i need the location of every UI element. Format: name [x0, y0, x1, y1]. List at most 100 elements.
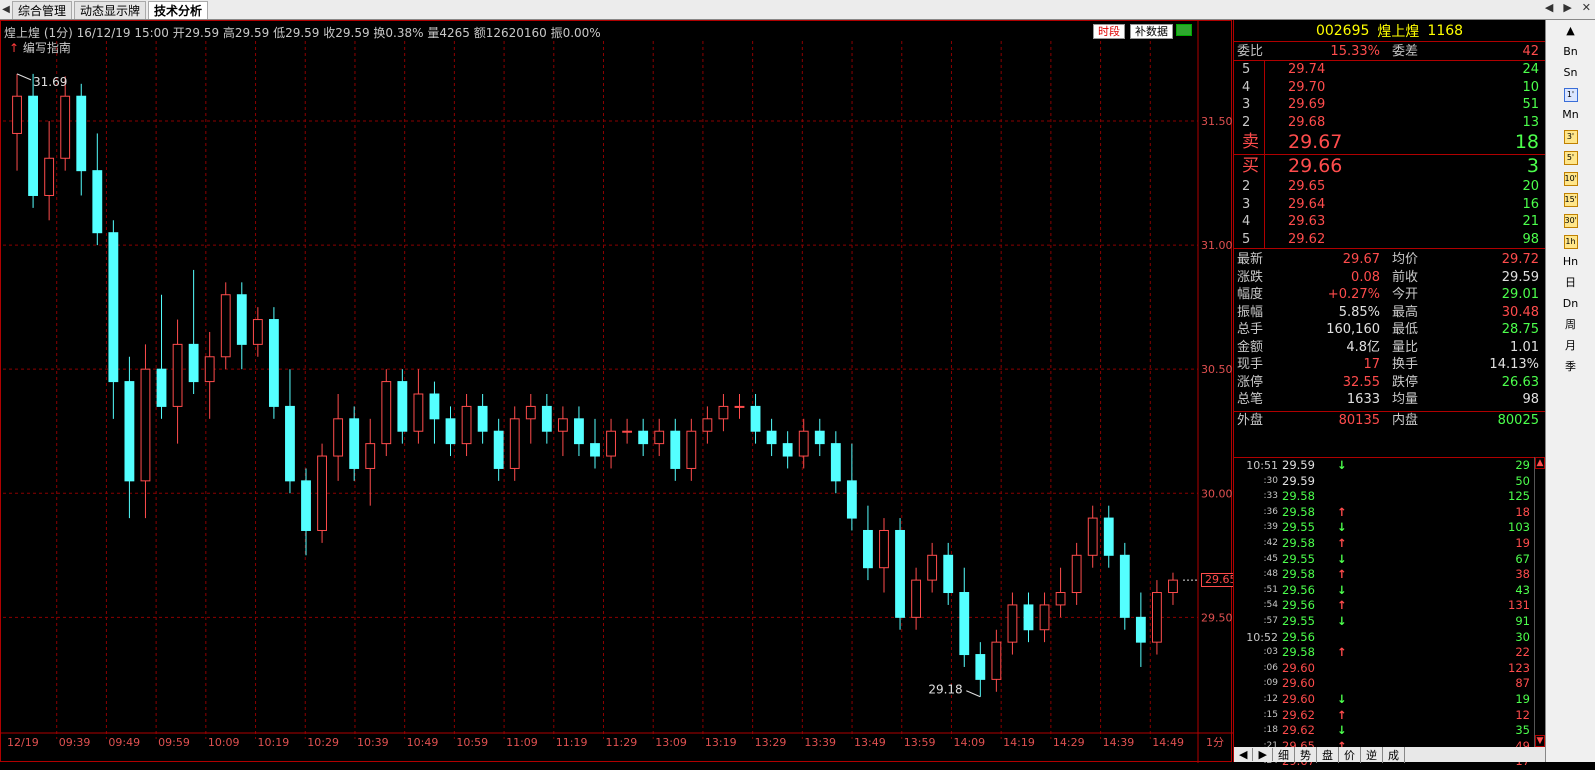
toolbar-scroll-up-icon[interactable]: ▲ — [1546, 20, 1595, 41]
bid-row[interactable]: 买 29.66 3 — [1234, 155, 1545, 178]
tab-next-icon[interactable]: ▶ — [1253, 748, 1273, 761]
stat-row: 幅度 +0.27% 今开 29.01 — [1234, 286, 1545, 304]
tab-scroll-left-icon[interactable]: ◀ — [0, 4, 12, 15]
tick-row[interactable]: :39 29.55 ↓ 103 — [1234, 520, 1534, 536]
ask-level: 卖 — [1242, 132, 1259, 152]
tick-price: 29.60 — [1282, 676, 1315, 691]
period-button[interactable]: Hn — [1546, 251, 1595, 272]
period-button[interactable]: 周 — [1546, 314, 1595, 335]
period-button[interactable]: Dn — [1546, 293, 1595, 314]
period-button[interactable]: Bn — [1546, 41, 1595, 62]
tick-direction-icon: ↑ — [1337, 707, 1347, 722]
column-divider — [1264, 195, 1265, 213]
ask-volume: 51 — [1522, 97, 1539, 112]
candle-body — [397, 381, 408, 432]
period-button[interactable]: 5' — [1546, 146, 1595, 167]
detail-tab[interactable]: 逆 — [1361, 746, 1383, 763]
candle-body — [541, 405, 552, 432]
detail-tab[interactable]: 成 — [1383, 746, 1405, 763]
period-button[interactable]: Sn — [1546, 62, 1595, 83]
bid-row[interactable]: 3 29.64 16 — [1234, 195, 1545, 213]
tick-row[interactable]: :42 29.58 ↑ 19 — [1234, 536, 1534, 552]
tick-price: 29.58 — [1282, 504, 1315, 519]
detail-tab[interactable]: 盘 — [1317, 746, 1339, 763]
ask-row[interactable]: 卖 29.67 18 — [1234, 131, 1545, 154]
period-button[interactable]: 10' — [1546, 167, 1595, 188]
detail-tab[interactable]: 价 — [1339, 746, 1361, 763]
period-button[interactable]: Mn — [1546, 104, 1595, 125]
close-icon[interactable]: ✕ — [1582, 1, 1591, 14]
tick-row[interactable]: :36 29.58 ↑ 18 — [1234, 505, 1534, 521]
period-button[interactable]: 3' — [1546, 125, 1595, 146]
kline-chart[interactable]: 煌上煌 (1分) 16/12/19 15:00 开29.59 高29.59 低2… — [0, 20, 1241, 763]
y-tick-label: 31.00 — [1201, 239, 1233, 252]
tick-row[interactable]: :09 29.60 87 — [1234, 676, 1534, 692]
window-controls: ◀ ▶ ✕ — [1545, 1, 1591, 14]
tab-technical-analysis[interactable]: 技术分析 — [148, 0, 209, 19]
tick-row[interactable]: :33 29.58 125 — [1234, 489, 1534, 505]
ask-row[interactable]: 3 29.69 51 — [1234, 96, 1545, 114]
tick-row[interactable]: :18 29.62 ↓ 35 — [1234, 723, 1534, 739]
tab-prev-icon[interactable]: ◀ — [1234, 748, 1254, 761]
tick-volume: 67 — [1515, 551, 1530, 566]
ask-row[interactable]: 5 29.74 24 — [1234, 61, 1545, 79]
tick-row[interactable]: :57 29.55 ↓ 91 — [1234, 614, 1534, 630]
candle-body — [1039, 604, 1050, 631]
stat-value: 160,160 — [1326, 322, 1380, 337]
period-button[interactable]: 日 — [1546, 272, 1595, 293]
candle-body — [798, 430, 809, 457]
tick-row[interactable]: :48 29.58 ↑ 38 — [1234, 567, 1534, 583]
stat-row: 现手 17 换手 14.13% — [1234, 356, 1545, 374]
period-button[interactable]: 月 — [1546, 335, 1595, 356]
tick-volume: 19 — [1515, 535, 1530, 550]
period-button[interactable]: 1' — [1546, 83, 1595, 104]
tick-direction-icon: ↓ — [1337, 723, 1347, 738]
period-label: 10' — [1563, 172, 1578, 186]
candle-body — [895, 529, 905, 618]
scroll-right-icon[interactable]: ▶ — [1563, 1, 1571, 14]
tick-row[interactable]: :54 29.56 ↑ 131 — [1234, 598, 1534, 614]
detail-tab[interactable]: 势 — [1295, 746, 1317, 763]
tick-direction-icon: ↑ — [1337, 504, 1347, 519]
ask-row[interactable]: 4 29.70 10 — [1234, 78, 1545, 96]
bid-row[interactable]: 2 29.65 20 — [1234, 178, 1545, 196]
tick-row[interactable]: 10:52 29.56 30 — [1234, 630, 1534, 646]
tick-time: :09 — [1263, 678, 1278, 689]
period-button[interactable]: 15' — [1546, 188, 1595, 209]
period-button[interactable]: 1h — [1546, 230, 1595, 251]
tick-row[interactable]: :12 29.60 ↓ 19 — [1234, 692, 1534, 708]
candle-body — [156, 368, 167, 407]
period-button[interactable]: 季 — [1546, 356, 1595, 377]
tick-row[interactable]: :45 29.55 ↓ 67 — [1234, 552, 1534, 568]
period-label: 30' — [1563, 214, 1578, 228]
ask-level: 5 — [1242, 62, 1251, 77]
ask-row[interactable]: 2 29.68 13 — [1234, 113, 1545, 131]
ask-price: 29.69 — [1288, 97, 1326, 112]
tick-direction-icon: ↓ — [1337, 551, 1347, 566]
period-label: Dn — [1562, 297, 1579, 310]
tick-volume: 87 — [1515, 676, 1530, 691]
tick-row[interactable]: :51 29.56 ↓ 43 — [1234, 583, 1534, 599]
scroll-left-icon[interactable]: ◀ — [1545, 1, 1553, 14]
scroll-down-icon[interactable]: ▼ — [1535, 735, 1545, 747]
tick-scrollbar[interactable]: ▲ ▼ — [1534, 457, 1545, 747]
candle-body — [1119, 554, 1130, 618]
stat-row: 涨停 32.55 跌停 26.63 — [1234, 374, 1545, 392]
period-label: Hn — [1562, 255, 1579, 268]
tick-row[interactable]: :06 29.60 123 — [1234, 661, 1534, 677]
bid-row[interactable]: 5 29.62 98 — [1234, 230, 1545, 248]
bid-row[interactable]: 4 29.63 21 — [1234, 213, 1545, 231]
ask-price: 29.67 — [1288, 131, 1343, 153]
tick-row[interactable]: :03 29.58 ↑ 22 — [1234, 645, 1534, 661]
tick-price: 29.59 — [1282, 458, 1315, 472]
tick-row[interactable]: :30 29.59 50 — [1234, 474, 1534, 490]
tick-time: :12 — [1263, 693, 1278, 704]
tab-comprehensive[interactable]: 综合管理 — [12, 0, 73, 19]
tick-row[interactable]: 10:51 29.59 ↓ 29 — [1234, 458, 1534, 474]
tick-row[interactable]: :15 29.62 ↑ 12 — [1234, 708, 1534, 724]
candle-body — [718, 405, 729, 420]
period-button[interactable]: 30' — [1546, 209, 1595, 230]
scroll-up-icon[interactable]: ▲ — [1535, 457, 1545, 469]
detail-tab[interactable]: 细 — [1273, 746, 1295, 763]
tab-dynamic-board[interactable]: 动态显示牌 — [74, 0, 147, 19]
